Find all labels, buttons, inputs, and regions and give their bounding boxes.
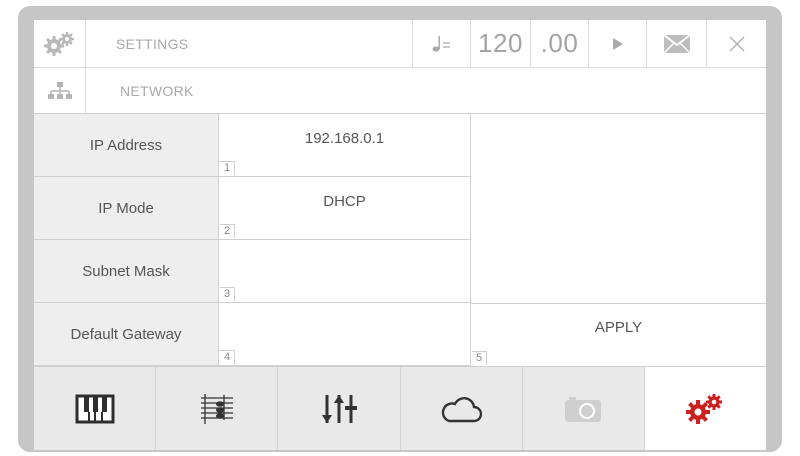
- subnet-mask-field[interactable]: 3: [219, 240, 471, 303]
- default-gateway-field[interactable]: 4: [219, 303, 471, 366]
- field-index: 1: [220, 161, 235, 175]
- page-title: SETTINGS: [116, 35, 189, 52]
- tempo-value[interactable]: 120: [470, 20, 530, 67]
- tempo-fraction[interactable]: .00: [530, 20, 588, 67]
- device-frame: SETTINGS 120 .00 NETWORK IP Address 192.…: [18, 6, 782, 452]
- nav-piano[interactable]: [34, 367, 157, 450]
- ip-mode-field[interactable]: DHCP 2: [219, 177, 471, 240]
- top-bar: SETTINGS 120 .00: [34, 20, 766, 68]
- quarter-note-equals-icon: [412, 20, 470, 67]
- subnet-mask-label: Subnet Mask: [34, 240, 219, 303]
- network-tree-icon: [34, 68, 86, 113]
- ip-mode-label: IP Mode: [34, 177, 219, 240]
- ip-address-label: IP Address: [34, 114, 219, 177]
- sub-bar: NETWORK: [34, 68, 766, 114]
- ip-address-value: 192.168.0.1: [304, 129, 385, 147]
- sheet-music-icon: [200, 394, 233, 424]
- field-index: 2: [220, 224, 235, 238]
- section-title: NETWORK: [120, 82, 194, 99]
- empty-panel: [471, 114, 766, 304]
- settings-screen: SETTINGS 120 .00 NETWORK IP Address 192.…: [34, 20, 766, 450]
- ip-mode-value: DHCP: [323, 192, 366, 210]
- mixer-sliders-icon: [321, 395, 357, 423]
- field-index: 4: [220, 350, 235, 364]
- cloud-icon: [441, 397, 483, 423]
- network-settings-grid: IP Address 192.168.0.1 1 IP Mode DHCP 2 …: [34, 114, 766, 366]
- play-icon[interactable]: [588, 20, 646, 67]
- envelope-icon[interactable]: [646, 20, 706, 67]
- ip-address-field[interactable]: 192.168.0.1 1: [219, 114, 471, 177]
- nav-camera[interactable]: [523, 367, 645, 450]
- default-gateway-label: Default Gateway: [34, 303, 219, 366]
- nav-mixer[interactable]: [278, 367, 401, 450]
- camera-icon: [565, 397, 602, 422]
- apply-button[interactable]: APPLY 5: [471, 303, 766, 366]
- piano-keys-icon: [75, 394, 115, 424]
- close-icon[interactable]: [706, 20, 766, 67]
- nav-score[interactable]: [156, 367, 279, 450]
- nav-cloud[interactable]: [401, 367, 523, 450]
- bottom-nav: [34, 366, 766, 450]
- nav-settings[interactable]: [644, 367, 766, 450]
- field-index: 3: [220, 287, 235, 301]
- apply-label: APPLY: [594, 319, 643, 336]
- field-index: 5: [472, 351, 487, 365]
- gears-icon: [34, 20, 86, 67]
- settings-gears-icon: [686, 394, 723, 424]
